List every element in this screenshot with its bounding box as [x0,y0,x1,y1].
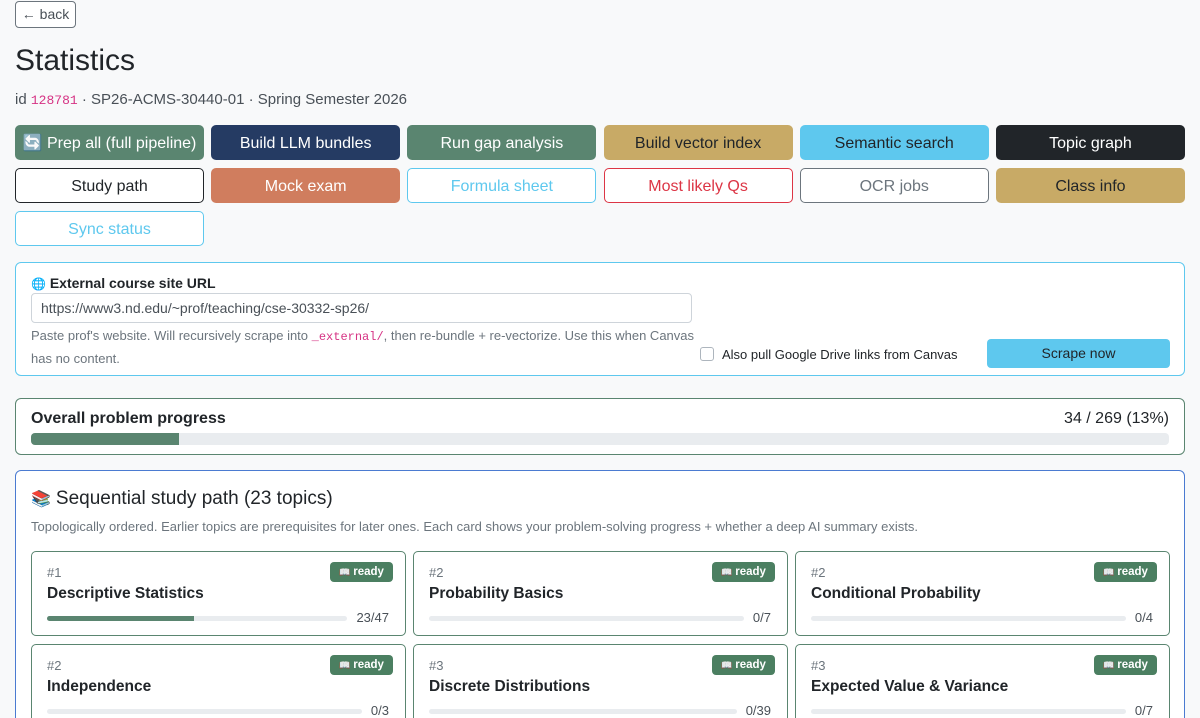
topic-card[interactable]: #3 Expected Value & Variance 📖 ready 0/7 [795,644,1170,718]
badge-label: ready [1117,566,1148,578]
topic-name: Conditional Probability [811,585,981,602]
topic-grid: #1 Descriptive Statistics 📖 ready 23/47 #2 Pro… [31,551,1170,718]
google-drive-checkbox[interactable] [700,347,714,361]
external-site-label: 🌐 External course site URL [31,275,216,291]
study-path-description: Topologically ordered. Earlier topics ar… [31,519,918,534]
topic-progress-bar [47,709,362,714]
external-url-input[interactable]: https://www3.nd.edu/~prof/teaching/cse-3… [31,293,692,323]
topic-order: #1 [47,565,62,580]
study-path-button[interactable]: Study path [15,168,204,203]
summary-ready-badge: 📖 ready [712,655,775,675]
badge-label: ready [1117,659,1148,671]
topic-order: #3 [429,658,444,673]
overall-progress-title: Overall problem progress [31,410,226,427]
badge-label: ready [353,659,384,671]
study-path-title: 📚 Sequential study path (23 topics) [31,488,333,509]
overall-progress-card: Overall problem progress 34 / 269 (13%) [15,398,1185,455]
id-prefix: id [15,91,27,108]
prep-all-button[interactable]: 🔄 Prep all (full pipeline) [15,125,204,160]
topic-progress-bar [47,616,347,621]
badge-label: ready [735,566,766,578]
external-site-card: 🌐 External course site URL https://www3.… [15,262,1185,376]
formula-sheet-button[interactable]: Formula sheet [407,168,597,203]
book-icon: 📖 [1103,567,1115,577]
books-icon: 📚 [31,491,51,508]
topic-progress-fill [47,616,194,621]
page-title: Statistics [15,44,136,77]
most-likely-qs-button[interactable]: Most likely Qs [603,168,793,203]
semantic-search-button[interactable]: Semantic search [799,125,989,160]
topic-name: Independence [47,678,152,695]
external-help-text: Paste prof's website. Will recursively s… [31,328,695,366]
study-path-card: 📚 Sequential study path (23 topics) Topol… [15,470,1185,718]
external-folder-code: _external/ [311,330,384,344]
topic-progress-bar [811,616,1126,621]
topic-order: #2 [811,565,826,580]
topic-progress-count: 0/3 [370,703,389,718]
overall-progress-count: 34 / 269 (13%) [1064,410,1169,427]
topic-progress-bar [429,709,737,714]
google-drive-checkbox-label[interactable]: Also pull Google Drive links from Canvas [722,347,958,362]
book-icon: 📖 [339,567,351,577]
topic-name: Probability Basics [429,585,564,602]
scrape-now-button[interactable]: Scrape now [987,339,1170,368]
mock-exam-button[interactable]: Mock exam [211,168,401,203]
course-id: 128781 [30,93,78,108]
topic-card[interactable]: #1 Descriptive Statistics 📖 ready 23/47 [31,551,406,636]
summary-ready-badge: 📖 ready [712,562,775,582]
topic-name: Expected Value & Variance [811,678,1009,695]
topic-progress-count: 0/39 [745,703,771,718]
topic-card[interactable]: #2 Conditional Probability 📖 ready 0/4 [795,551,1170,636]
back-button[interactable]: ← back [15,1,76,28]
topic-progress-count: 23/47 [356,610,389,625]
external-site-label-text: External course site URL [49,275,216,291]
run-gap-analysis-button[interactable]: Run gap analysis [407,125,597,160]
book-icon: 📖 [721,567,733,577]
build-vector-index-button[interactable]: Build vector index [603,125,793,160]
badge-label: ready [353,566,384,578]
overall-progress-fill [31,433,179,445]
topic-name: Descriptive Statistics [47,585,204,602]
overall-progress-bar [31,433,1169,445]
summary-ready-badge: 📖 ready [330,655,393,675]
topic-card[interactable]: #2 Independence 📖 ready 0/3 [31,644,406,718]
summary-ready-badge: 📖 ready [330,562,393,582]
topic-name: Discrete Distributions [429,678,591,695]
summary-ready-badge: 📖 ready [1094,562,1157,582]
topic-order: #2 [47,658,62,673]
topic-progress-count: 0/7 [1134,703,1153,718]
book-icon: 📖 [721,660,733,670]
topic-progress-bar [811,709,1126,714]
ocr-jobs-button[interactable]: OCR jobs [799,168,989,203]
sync-status-button[interactable]: Sync status [15,211,204,246]
topic-progress-bar [429,616,744,621]
topic-progress-count: 0/4 [1134,610,1153,625]
topic-order: #2 [429,565,444,580]
badge-label: ready [735,659,766,671]
topic-order: #3 [811,658,826,673]
course-code: · SP26-ACMS-30440-01 · Spring Semester 2… [81,91,408,108]
book-icon: 📖 [1103,660,1115,670]
course-subtitle: id 128781 · SP26-ACMS-30440-01 · Spring … [15,91,407,108]
topic-progress-count: 0/7 [752,610,771,625]
build-llm-bundles-button[interactable]: Build LLM bundles [211,125,401,160]
summary-ready-badge: 📖 ready [1094,655,1157,675]
topic-card[interactable]: #3 Discrete Distributions 📖 ready 0/39 [413,644,788,718]
class-info-button[interactable]: Class info [995,168,1185,203]
topic-card[interactable]: #2 Probability Basics 📖 ready 0/7 [413,551,788,636]
globe-icon: 🌐 [31,277,46,291]
book-icon: 📖 [339,660,351,670]
action-button-grid: 🔄 Prep all (full pipeline) Build LLM bund… [15,125,1185,246]
topic-graph-button[interactable]: Topic graph [995,125,1185,160]
